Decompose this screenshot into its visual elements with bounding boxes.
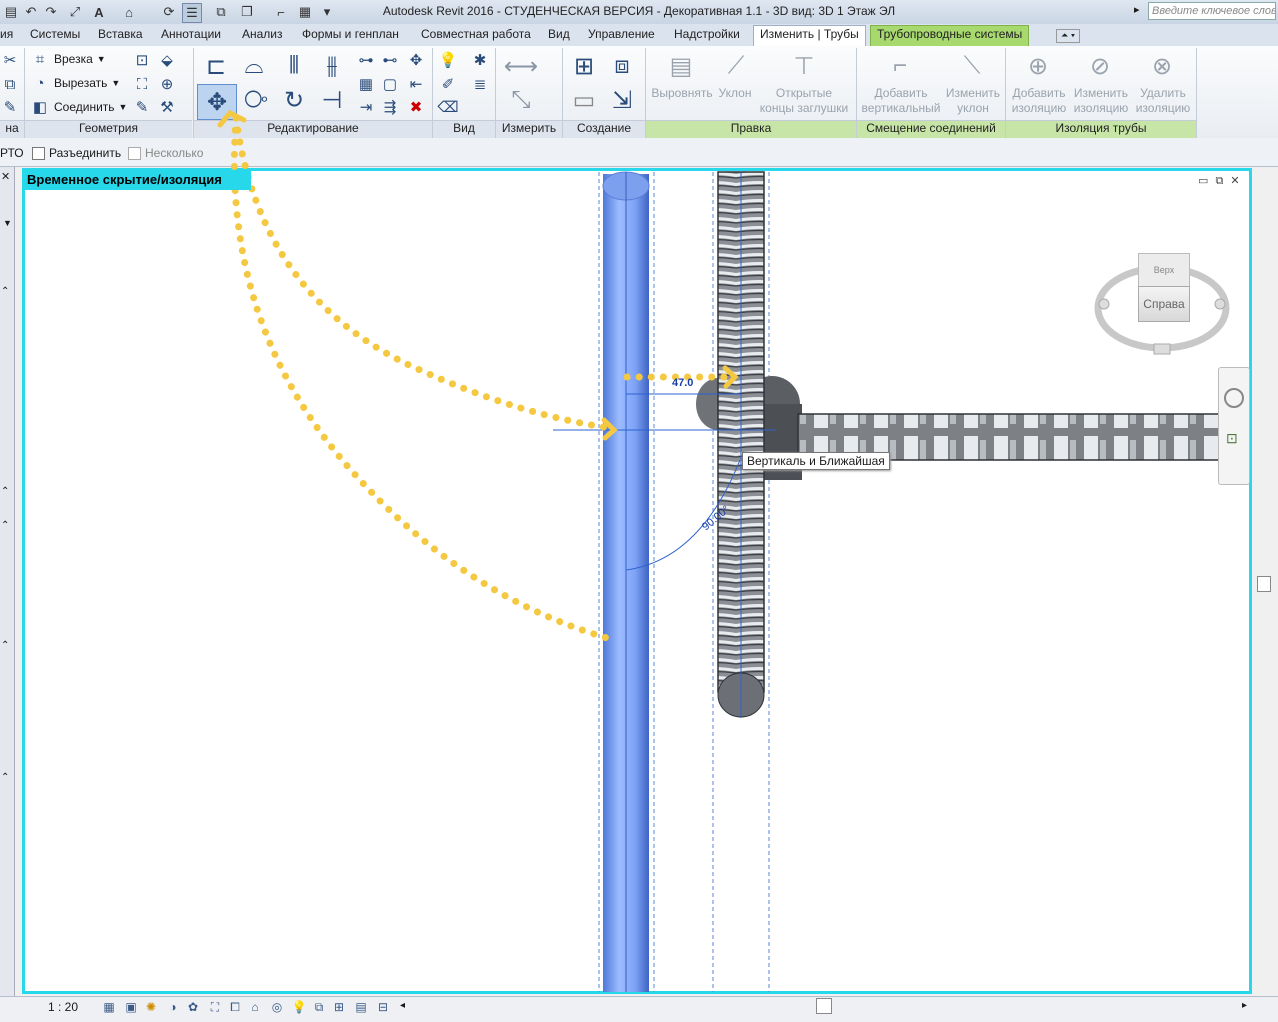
horizontal-scroll-thumb[interactable]	[816, 998, 832, 1014]
reveal-hidden-icon[interactable]: 💡	[290, 998, 308, 1016]
navigation-bar	[1218, 367, 1250, 485]
steering-wheel-icon[interactable]	[1224, 388, 1244, 408]
vertical-threaded-pipe[interactable]	[717, 171, 765, 718]
view-scale[interactable]: 1 : 20	[48, 1000, 78, 1014]
scroll-right-icon[interactable]: ▸	[1242, 1000, 1247, 1011]
reveal-constraints-icon[interactable]: ⊟	[374, 998, 392, 1016]
view-window-controls[interactable]: ▭ ⧉ ✕	[1198, 174, 1242, 188]
viewcube-top-face[interactable]: Верх	[1138, 253, 1190, 288]
view-drawing	[217, 109, 1223, 992]
visual-style-icon[interactable]: ▣	[122, 998, 140, 1016]
shadows-icon[interactable]: ◑	[164, 998, 182, 1016]
crop-view-icon[interactable]: ⛶	[206, 998, 224, 1016]
analytical-model-icon[interactable]: ⊞	[330, 998, 348, 1016]
viewcube-right-face[interactable]: Справа	[1138, 286, 1190, 322]
blue-pipe[interactable]	[602, 171, 650, 992]
sun-path-icon[interactable]: ✺	[142, 998, 160, 1016]
temporary-hide-isolate-banner: Временное скрытие/изоляция	[25, 171, 251, 190]
detail-level-icon[interactable]: ▦	[100, 998, 118, 1016]
render-icon[interactable]: ✿	[184, 998, 202, 1016]
scroll-left-icon[interactable]: ◂	[400, 1000, 405, 1011]
highlight-displacement-icon[interactable]: ▤	[352, 998, 370, 1016]
show-crop-icon[interactable]: ⧠	[226, 998, 244, 1016]
vertical-scroll-thumb[interactable]	[1257, 576, 1271, 592]
lock-3d-icon[interactable]: ⌂	[246, 998, 264, 1016]
snap-tooltip: Вертикаль и Ближайшая	[742, 452, 890, 470]
zoom-icon[interactable]: ⊡	[1226, 430, 1238, 447]
temporary-hide-icon[interactable]: ◎	[268, 998, 286, 1016]
distance-dimension[interactable]: 47.0	[672, 377, 693, 389]
worksharing-icon[interactable]: ⧉	[310, 998, 328, 1016]
